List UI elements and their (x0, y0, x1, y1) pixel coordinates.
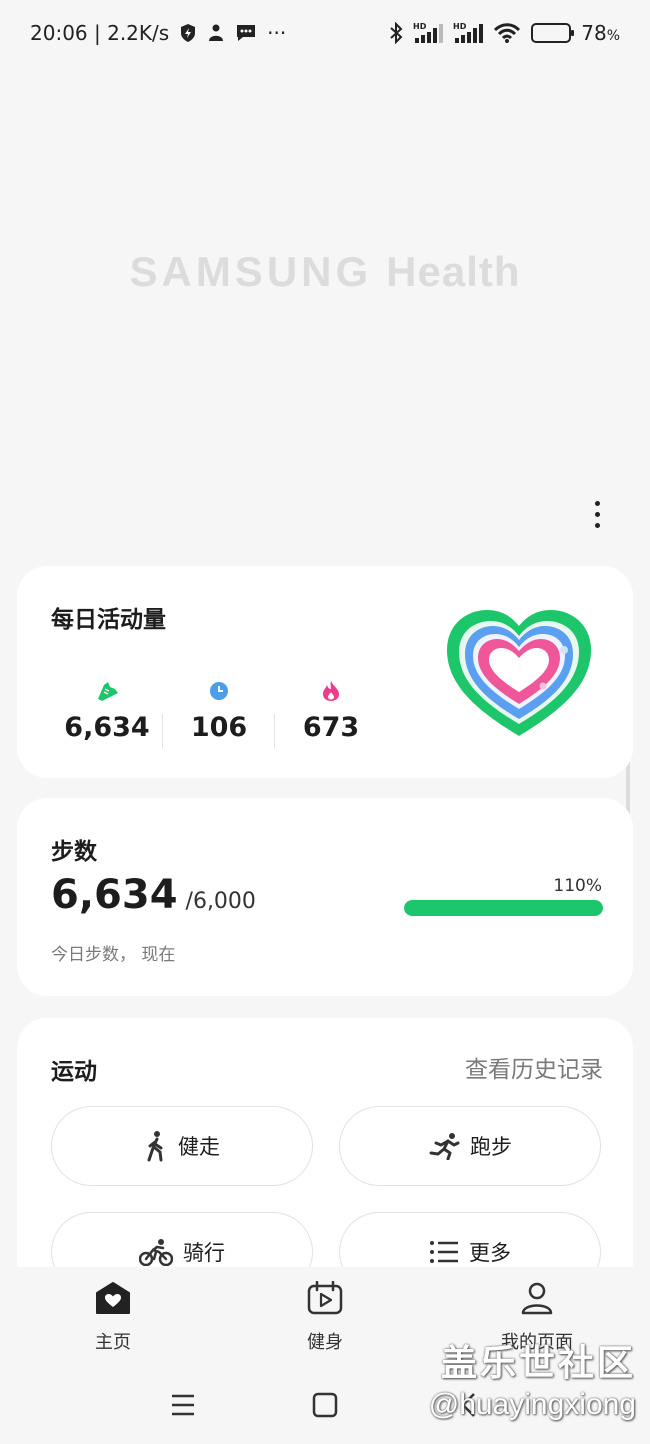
battery-percent: 78% (581, 21, 620, 45)
steps-percent: 110% (553, 876, 602, 896)
steps-subtitle: 今日步数， 现在 (51, 945, 176, 965)
home-icon (95, 1281, 131, 1320)
status-left: 20:06 | 2.2K/s ··· (30, 21, 286, 45)
activity-heart-icon (443, 606, 595, 744)
metric-calories-value: 673 (302, 712, 360, 743)
metric-active-time: 106 (162, 678, 275, 748)
svg-text:HD: HD (453, 22, 467, 31)
status-time: 20:06 | 2.2K/s (30, 21, 170, 45)
battery-icon (531, 23, 575, 43)
walk-icon (144, 1130, 168, 1162)
metric-calories: 673 (274, 678, 387, 748)
back-button-icon[interactable] (456, 1392, 482, 1422)
nav-fitness-label: 健身 (307, 1332, 343, 1353)
more-exercise-label: 更多 (469, 1241, 511, 1265)
more-options-icon[interactable] (582, 496, 612, 532)
signal-hd-icon: HD (413, 22, 444, 44)
profile-icon (520, 1281, 554, 1320)
walk-button[interactable]: 健走 (51, 1106, 313, 1186)
metric-steps-value: 6,634 (64, 712, 150, 743)
status-right: HD HD 78% (389, 21, 620, 45)
cycling-label: 骑行 (183, 1241, 225, 1265)
run-button[interactable]: 跑步 (339, 1106, 601, 1186)
bike-icon (139, 1238, 173, 1266)
message-icon (235, 23, 257, 43)
brand-health: Health (386, 248, 521, 295)
daily-activity-card[interactable]: 每日活动量 6,634 106 673 (17, 566, 633, 778)
steps-count: 6,634 (51, 872, 178, 918)
steps-goal: /6,000 (185, 889, 256, 914)
metric-steps: 6,634 (51, 678, 163, 743)
shoe-icon (94, 678, 120, 704)
flame-icon (321, 678, 341, 704)
exercise-title: 运动 (51, 1059, 97, 1085)
steps-progress-fill (404, 900, 603, 916)
bottom-navigation: 主页 健身 我的页面 (0, 1267, 650, 1380)
system-navigation-bar (0, 1380, 650, 1444)
status-more-dots: ··· (267, 21, 287, 45)
nav-my-page-label: 我的页面 (501, 1332, 573, 1353)
list-icon (429, 1240, 459, 1264)
run-label: 跑步 (470, 1135, 512, 1159)
shield-icon (179, 23, 197, 43)
nav-fitness[interactable]: 健身 (265, 1280, 385, 1354)
wifi-icon (493, 22, 521, 44)
signal-hd-icon-2: HD (453, 22, 484, 44)
walk-label: 健走 (178, 1135, 220, 1159)
metric-active-time-value: 106 (190, 712, 248, 743)
status-bar: 20:06 | 2.2K/s ··· HD HD 78% (0, 0, 650, 66)
daily-activity-title: 每日活动量 (51, 607, 166, 633)
home-button-icon[interactable] (312, 1392, 338, 1422)
recent-apps-icon[interactable] (170, 1392, 196, 1422)
run-icon (428, 1132, 460, 1160)
steps-title: 步数 (51, 839, 97, 865)
bluetooth-icon (389, 22, 403, 44)
nav-home-label: 主页 (95, 1332, 131, 1353)
steps-card[interactable]: 步数 6,634 /6,000 今日步数， 现在 110% (17, 798, 633, 996)
fitness-icon (307, 1280, 343, 1320)
steps-progress-bar (404, 900, 603, 916)
person-notification-icon (207, 23, 225, 43)
svg-text:HD: HD (413, 22, 427, 31)
clock-icon (209, 678, 229, 704)
nav-my-page[interactable]: 我的页面 (477, 1281, 597, 1354)
brand-samsung: SAMSUNG (129, 248, 373, 295)
steps-value-row: 6,634 /6,000 (51, 872, 256, 918)
activity-metrics: 6,634 106 673 (51, 678, 387, 748)
samsung-health-logo: SAMSUNG Health (0, 248, 650, 296)
nav-home[interactable]: 主页 (53, 1281, 173, 1354)
view-history-link[interactable]: 查看历史记录 (465, 1050, 603, 1084)
